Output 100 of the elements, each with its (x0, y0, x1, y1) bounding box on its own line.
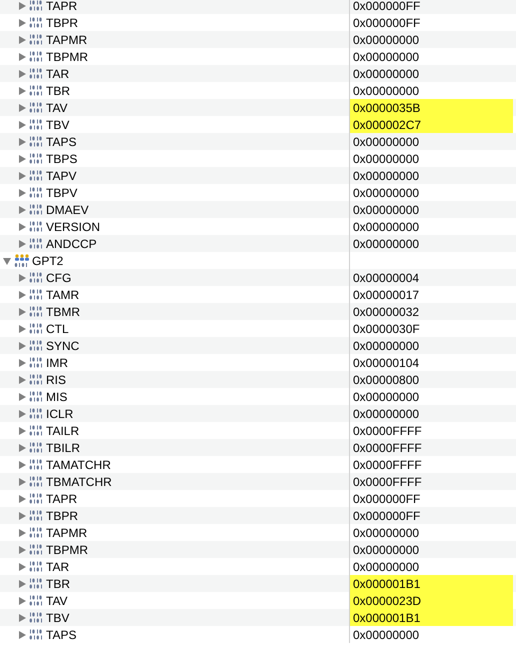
disclosure-arrow-icon[interactable] (17, 52, 27, 62)
disclosure-arrow-icon[interactable] (17, 306, 27, 316)
register-value: 0x00000017 (352, 286, 420, 303)
register-value: 0x0000FFFF (352, 440, 423, 456)
binary-icon (29, 16, 44, 28)
binary-icon (29, 544, 44, 556)
register-name: TAR (46, 68, 70, 80)
binary-icon (29, 0, 44, 12)
disclosure-arrow-icon[interactable] (17, 426, 27, 436)
binary-icon (29, 238, 44, 250)
disclosure-arrow-icon[interactable] (17, 460, 27, 470)
disclosure-arrow-icon[interactable] (17, 238, 27, 248)
register-name: TAPMR (46, 34, 88, 46)
register-value: 0x000001B1 (350, 609, 513, 626)
register-value: 0x0000FFFF (352, 422, 423, 439)
register-name: CFG (46, 272, 72, 284)
disclosure-arrow-icon[interactable] (17, 204, 27, 214)
register-name: TBV (46, 612, 70, 624)
register-value: 0x00000000 (352, 542, 420, 558)
binary-icon (29, 102, 44, 114)
disclosure-arrow-icon[interactable] (17, 596, 27, 606)
disclosure-arrow-icon[interactable] (17, 510, 27, 520)
binary-icon (29, 424, 44, 436)
register-name: ANDCCP (46, 238, 97, 250)
disclosure-arrow-icon[interactable] (17, 562, 27, 572)
register-name: TAPS (46, 628, 76, 640)
disclosure-arrow-icon[interactable] (17, 340, 27, 350)
binary-icon (29, 288, 44, 300)
binary-icon (29, 170, 44, 182)
register-value: 0x00000000 (352, 524, 420, 541)
register-value: 0x00000000 (352, 66, 420, 82)
register-value: 0x00000000 (352, 626, 420, 643)
register-value: 0x000000FF (352, 0, 422, 14)
disclosure-arrow-icon[interactable] (17, 136, 27, 146)
register-value: 0x000000FF (352, 508, 422, 524)
disclosure-arrow-icon[interactable] (17, 392, 27, 402)
binary-icon (29, 476, 44, 488)
register-value: 0x00000000 (352, 32, 420, 48)
register-name: TAMR (46, 288, 80, 300)
register-name: TBPV (46, 186, 78, 198)
register-value: 0x00000000 (352, 236, 420, 252)
binary-icon (29, 136, 44, 148)
disclosure-arrow-icon[interactable] (17, 494, 27, 504)
register-name: TBMR (46, 306, 80, 318)
binary-icon (29, 578, 44, 590)
disclosure-arrow-icon[interactable] (17, 188, 27, 198)
disclosure-arrow-icon[interactable] (17, 18, 27, 28)
disclosure-arrow-icon[interactable] (17, 290, 27, 300)
disclosure-arrow-icon[interactable] (17, 34, 27, 44)
disclosure-arrow-icon[interactable] (17, 86, 27, 96)
binary-icon (29, 84, 44, 96)
disclosure-arrow-icon[interactable] (17, 222, 27, 232)
register-name: ICLR (46, 408, 74, 420)
register-name: TBMATCHR (46, 476, 112, 488)
register-name: TAV (46, 102, 68, 114)
disclosure-arrow-icon[interactable] (17, 324, 27, 334)
register-value: 0x0000030F (352, 320, 421, 337)
disclosure-arrow-icon[interactable] (17, 528, 27, 538)
register-value: 0x00000000 (352, 338, 420, 354)
register-value: 0x00000800 (352, 372, 420, 388)
disclosure-arrow-icon[interactable] (17, 120, 27, 130)
disclosure-arrow-icon[interactable] (17, 272, 27, 282)
register-value: 0x00000000 (352, 184, 420, 201)
disclosure-arrow-icon[interactable] (17, 154, 27, 164)
disclosure-arrow-icon[interactable] (17, 630, 27, 640)
disclosure-arrow-icon[interactable] (17, 170, 27, 180)
disclosure-arrow-icon[interactable] (17, 68, 27, 78)
disclosure-arrow-icon[interactable] (17, 374, 27, 384)
register-name: TAV (46, 594, 68, 606)
register-name: TBPS (46, 152, 78, 164)
disclosure-arrow-icon[interactable] (17, 442, 27, 452)
disclosure-arrow-icon[interactable] (17, 358, 27, 368)
binary-icon (29, 492, 44, 504)
register-name: TAPMR (46, 526, 88, 538)
disclosure-arrow-icon[interactable] (17, 476, 27, 486)
register-name: TBR (46, 84, 70, 96)
register-value: 0x00000000 (352, 48, 420, 65)
binary-icon (29, 442, 44, 454)
binary-icon (29, 220, 44, 232)
register-value: 0x0000035B (350, 99, 513, 116)
binary-icon (29, 152, 44, 164)
disclosure-arrow-icon[interactable] (17, 612, 27, 622)
register-name: TAR (46, 560, 70, 572)
disclosure-arrow-icon[interactable] (17, 578, 27, 588)
register-name: TAPR (46, 0, 78, 12)
disclosure-arrow-icon[interactable] (17, 0, 27, 10)
disclosure-arrow-icon[interactable] (17, 544, 27, 554)
register-name: TAMATCHR (46, 458, 111, 470)
register-value: 0x000000FF (352, 490, 422, 507)
disclosure-arrow-icon[interactable] (17, 408, 27, 418)
register-name: TBPR (46, 16, 78, 28)
register-name: RIS (46, 374, 66, 386)
binary-icon (29, 50, 44, 62)
disclosure-arrow-icon[interactable] (2, 256, 12, 266)
register-value: 0x00000000 (352, 406, 420, 422)
binary-icon (29, 306, 44, 318)
register-value: 0x00000000 (352, 388, 420, 405)
register-value: 0x000002C7 (350, 116, 513, 133)
disclosure-arrow-icon[interactable] (17, 102, 27, 112)
peripheral-icon (14, 254, 30, 268)
